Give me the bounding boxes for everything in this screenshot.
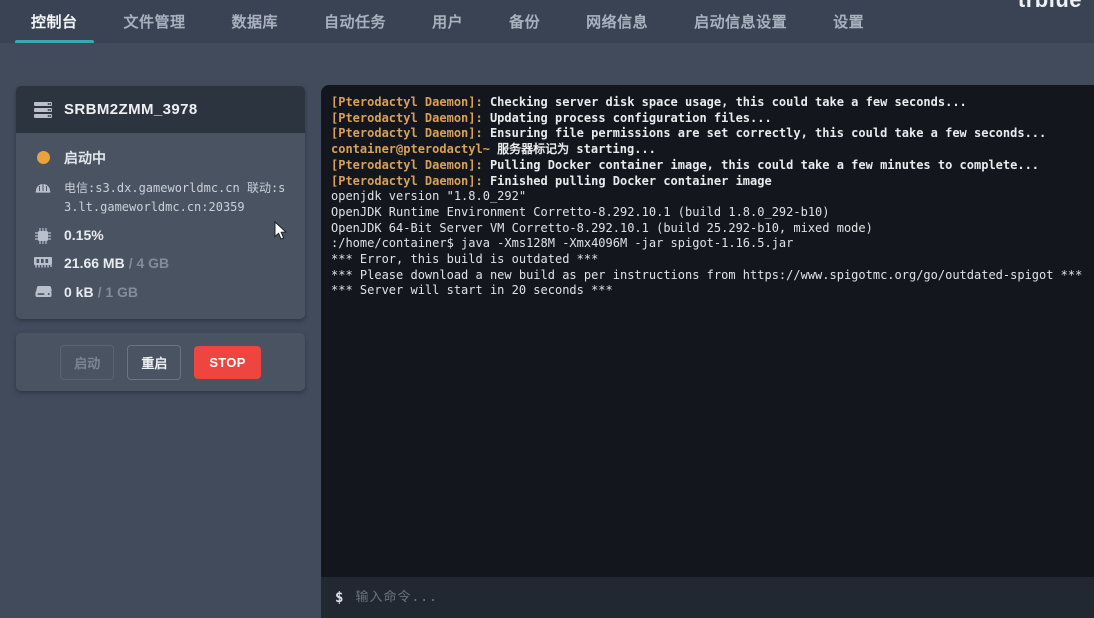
console-line: [Pterodactyl Daemon]: Updating process c…	[331, 111, 1084, 127]
server-card-header: SRBM2ZMM_3978	[16, 86, 305, 133]
console-panel: [Pterodactyl Daemon]: Checking server di…	[321, 85, 1094, 618]
tab-console[interactable]: 控制台	[15, 0, 94, 43]
top-navbar: 控制台 文件管理 数据库 自动任务 用户 备份 网络信息 启动信息设置 设置 t…	[0, 0, 1094, 43]
server-address: 电信:s3.dx.gameworldmc.cn 联动:s3.lt.gamewor…	[64, 179, 287, 216]
brand-logo: trblue	[1018, 0, 1082, 13]
tab-database[interactable]: 数据库	[216, 0, 295, 43]
memory-row: 21.66 MB/ 4 GB	[34, 255, 287, 273]
tab-settings[interactable]: 设置	[817, 0, 880, 43]
start-button[interactable]: 启动	[60, 345, 114, 380]
console-log[interactable]: [Pterodactyl Daemon]: Checking server di…	[321, 85, 1094, 577]
memory-total: / 4 GB	[129, 255, 169, 271]
console-line: OpenJDK Runtime Environment Corretto-8.2…	[331, 205, 1084, 221]
disk-row: 0 kB/ 1 GB	[34, 284, 287, 302]
disk-icon	[34, 284, 52, 298]
tab-backups[interactable]: 备份	[493, 0, 556, 43]
console-line: :/home/container$ java -Xms128M -Xmx4096…	[331, 236, 1084, 252]
globe-icon	[34, 179, 52, 193]
console-line: openjdk version "1.8.0_292"	[331, 189, 1084, 205]
power-controls-card: 启动 重启 STOP	[16, 333, 305, 391]
console-line: *** Please download a new build as per i…	[331, 268, 1084, 284]
tab-network[interactable]: 网络信息	[570, 0, 664, 43]
server-sidebar: SRBM2ZMM_3978 启动中 电信:s3.dx.gameworldmc.c…	[16, 86, 305, 391]
tab-schedules[interactable]: 自动任务	[308, 0, 402, 43]
memory-icon	[34, 255, 52, 268]
console-line: [Pterodactyl Daemon]: Ensuring file perm…	[331, 126, 1084, 142]
server-info-card: SRBM2ZMM_3978 启动中 电信:s3.dx.gameworldmc.c…	[16, 86, 305, 319]
prompt-dollar-icon: $	[335, 590, 343, 606]
console-line: [Pterodactyl Daemon]: Checking server di…	[331, 95, 1084, 111]
console-line: [Pterodactyl Daemon]: Pulling Docker con…	[331, 158, 1084, 174]
console-line: OpenJDK 64-Bit Server VM Corretto-8.292.…	[331, 221, 1084, 237]
command-input[interactable]	[355, 590, 1080, 605]
status-row: 启动中	[34, 148, 287, 168]
memory-used: 21.66 MB	[64, 255, 125, 271]
server-name: SRBM2ZMM_3978	[64, 101, 198, 118]
console-line: container@pterodactyl~ 服务器标记为 starting..…	[331, 142, 1084, 158]
server-icon	[34, 101, 52, 118]
cpu-icon	[34, 227, 52, 244]
cpu-usage: 0.15%	[64, 227, 104, 243]
status-text: 启动中	[64, 148, 106, 168]
command-bar: $	[321, 577, 1094, 618]
tab-file-management[interactable]: 文件管理	[108, 0, 202, 43]
disk-used: 0 kB	[64, 284, 94, 300]
stop-button[interactable]: STOP	[194, 346, 260, 379]
console-line: *** Server will start in 20 seconds ***	[331, 283, 1084, 299]
disk-total: / 1 GB	[98, 284, 138, 300]
console-line: [Pterodactyl Daemon]: Finished pulling D…	[331, 174, 1084, 190]
address-row: 电信:s3.dx.gameworldmc.cn 联动:s3.lt.gamewor…	[34, 179, 287, 216]
tab-startup-settings[interactable]: 启动信息设置	[678, 0, 803, 43]
tab-users[interactable]: 用户	[416, 0, 479, 43]
console-line: *** Error, this build is outdated ***	[331, 252, 1084, 268]
cpu-row: 0.15%	[34, 227, 287, 244]
status-dot-icon	[34, 148, 52, 164]
restart-button[interactable]: 重启	[127, 345, 181, 380]
server-card-body: 启动中 电信:s3.dx.gameworldmc.cn 联动:s3.lt.gam…	[16, 133, 305, 319]
